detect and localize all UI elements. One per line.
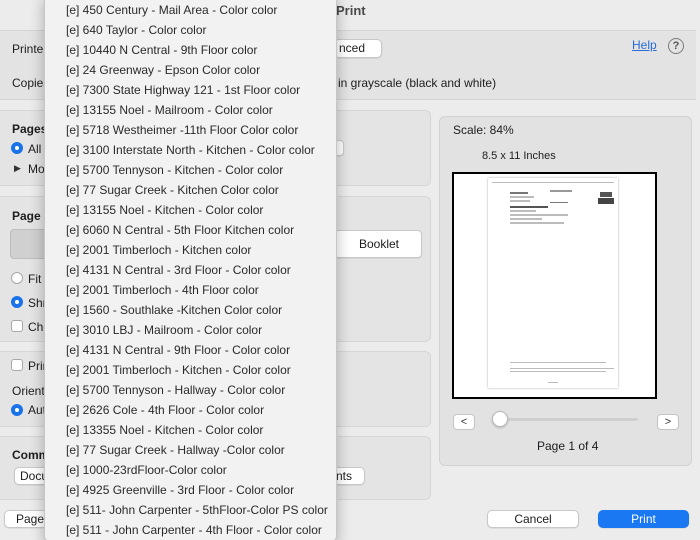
segment-scale-button[interactable]	[10, 229, 46, 259]
pages-more-label: Mo	[28, 162, 45, 176]
printer-menu-item[interactable]: [e] 6060 N Central - 5th Floor Kitchen c…	[45, 220, 336, 240]
disclosure-triangle-icon[interactable]: ▶	[14, 163, 21, 174]
cancel-button[interactable]: Cancel	[487, 510, 579, 528]
page-thumbnail	[488, 178, 618, 388]
booklet-button[interactable]: Booklet	[336, 230, 422, 258]
printer-menu-item[interactable]: [e] 13355 Noel - Kitchen - Color color	[45, 420, 336, 440]
printer-menu-item[interactable]: [e] 10440 N Central - 9th Floor color	[45, 40, 336, 60]
scale-label: Scale: 84%	[453, 123, 514, 137]
pages-all-radio[interactable]	[11, 142, 23, 154]
printer-menu-item[interactable]: [e] 1560 - Southlake -Kitchen Color colo…	[45, 300, 336, 320]
printer-menu-item[interactable]: [e] 2001 Timberloch - 4th Floor color	[45, 280, 336, 300]
page-slider-track[interactable]	[494, 418, 638, 421]
chevron-left-icon[interactable]: <	[453, 414, 475, 430]
page-slider-knob[interactable]	[492, 411, 508, 427]
printer-menu-item[interactable]: [e] 1000-23rdFloor-Color color	[45, 460, 336, 480]
printer-menu-item[interactable]: [e] 2626 Cole - 4th Floor - Color color	[45, 400, 336, 420]
printer-menu-item[interactable]: [e] 77 Sugar Creek - Hallway -Color colo…	[45, 440, 336, 460]
print-option-checkbox[interactable]	[11, 359, 23, 371]
pages-all-label: All	[28, 142, 42, 156]
printer-menu-item[interactable]: [e] 24 Greenway - Epson Color color	[45, 60, 336, 80]
orientation-label: Orient	[12, 384, 45, 398]
printer-menu-item[interactable]: [e] 4131 N Central - 9th Floor - Color c…	[45, 340, 336, 360]
chevron-right-icon[interactable]: >	[657, 414, 679, 430]
printer-menu-item[interactable]: [e] 3100 Interstate North - Kitchen - Co…	[45, 140, 336, 160]
printer-menu-item[interactable]: [e] 511- John Carpenter - 5thFloor-Color…	[45, 500, 336, 520]
printer-dropdown-menu: [e] 450 Century - Mail Area - Color colo…	[44, 0, 337, 540]
page-indicator: Page 1 of 4	[537, 439, 599, 453]
printer-menu-item[interactable]: [e] 5700 Tennyson - Hallway - Color colo…	[45, 380, 336, 400]
print-button[interactable]: Print	[598, 510, 689, 528]
page-preview	[452, 172, 657, 399]
paper-size-label: 8.5 x 11 Inches	[482, 150, 556, 162]
printer-menu-item[interactable]: [e] 4131 N Central - 3rd Floor - Color c…	[45, 260, 336, 280]
help-link[interactable]: Help	[632, 38, 657, 52]
fit-radio[interactable]	[11, 272, 23, 284]
shrink-radio[interactable]	[11, 296, 23, 308]
printer-menu-item[interactable]: [e] 4925 Greenville - 3rd Floor - Color …	[45, 480, 336, 500]
pages-label: Pages	[12, 122, 48, 136]
printer-menu-item[interactable]: [e] 511 - John Carpenter - 4th Floor - C…	[45, 520, 336, 540]
printer-menu-item[interactable]: [e] 450 Century - Mail Area - Color colo…	[45, 0, 336, 20]
printer-menu-item[interactable]: [e] 7300 State Highway 121 - 1st Floor c…	[45, 80, 336, 100]
printer-label: Printer	[12, 42, 48, 56]
choose-checkbox[interactable]	[11, 320, 23, 332]
auto-orientation-radio[interactable]	[11, 404, 23, 416]
fit-label: Fit	[28, 272, 42, 286]
comments-menu-button[interactable]: nts	[334, 467, 365, 485]
printer-menu-item[interactable]: [e] 13155 Noel - Kitchen - Color color	[45, 200, 336, 220]
printer-menu-item[interactable]: [e] 13155 Noel - Mailroom - Color color	[45, 100, 336, 120]
question-icon[interactable]: ?	[668, 38, 684, 54]
printer-menu-item[interactable]: [e] 2001 Timberloch - Kitchen color	[45, 240, 336, 260]
printer-menu-item[interactable]: [e] 3010 LBJ - Mailroom - Color color	[45, 320, 336, 340]
printer-menu-item[interactable]: [e] 5700 Tennyson - Kitchen - Color colo…	[45, 160, 336, 180]
advanced-button[interactable]: nced	[334, 39, 382, 58]
printer-menu-item[interactable]: [e] 77 Sugar Creek - Kitchen Color color	[45, 180, 336, 200]
printer-menu-item[interactable]: [e] 640 Taylor - Color color	[45, 20, 336, 40]
grayscale-label: in grayscale (black and white)	[338, 76, 497, 90]
window-title: Print	[336, 3, 366, 18]
printer-menu-item[interactable]: [e] 5718 Westheimer -11th Floor Color co…	[45, 120, 336, 140]
page-setup-button[interactable]: Page	[4, 510, 48, 528]
print-dialog: Print Printer nced Help ? Copies in gray…	[0, 0, 700, 540]
printer-menu-item[interactable]: [e] 2001 Timberloch - Kitchen - Color co…	[45, 360, 336, 380]
